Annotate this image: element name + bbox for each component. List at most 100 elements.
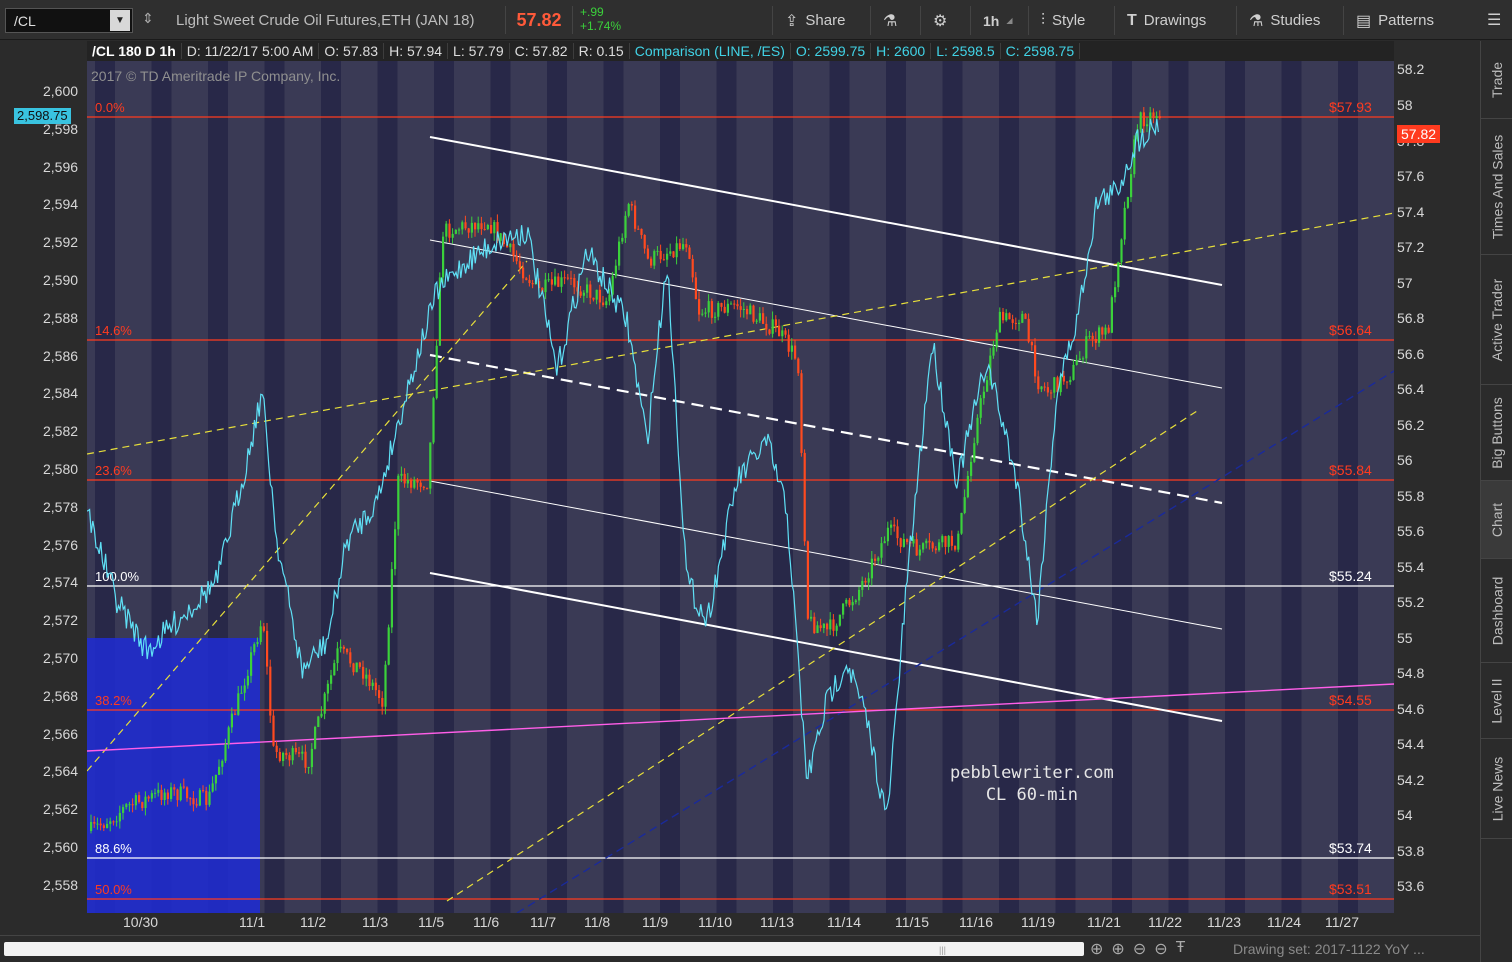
zoom-out-icon[interactable]: ⊖ <box>1133 939 1146 959</box>
right-price-axis[interactable]: 58.25857.857.657.457.25756.856.656.456.2… <box>1394 61 1476 913</box>
side-tab-times-and-sales[interactable]: Times And Sales <box>1481 119 1512 255</box>
candle-body <box>880 543 883 558</box>
candle-body <box>1069 379 1072 383</box>
side-tab-active-trader[interactable]: Active Trader <box>1481 255 1512 385</box>
candle-body <box>973 443 976 462</box>
candle-body <box>224 744 227 761</box>
chart-area[interactable]: 0.0% $57.93 14.6% $56.64 23.6% $55.84 100.0% $5… <box>87 61 1394 913</box>
candle-body <box>525 278 528 280</box>
crosshair-icon[interactable]: ⊕ <box>1090 939 1103 959</box>
candle-body <box>1123 207 1126 240</box>
cmp-high: H: 2600 <box>871 43 932 59</box>
studies-button[interactable]: ⚗ Studies <box>1236 6 1340 35</box>
last-price: 57.82 <box>505 6 573 34</box>
text-tool-icon[interactable]: Ŧ <box>1176 939 1186 959</box>
candle-body <box>320 713 323 717</box>
price-change: +.99 +1.74% <box>580 5 621 33</box>
side-tab-chart[interactable]: Chart <box>1481 481 1512 559</box>
side-tab-big-buttons[interactable]: Big Buttons <box>1481 385 1512 481</box>
link-icon[interactable]: ⇕ <box>142 10 154 27</box>
candle-body <box>893 524 896 527</box>
patterns-button[interactable]: ▤ Patterns <box>1343 6 1455 35</box>
candle-body <box>1075 360 1078 365</box>
candle-body <box>864 580 867 583</box>
drawings-button[interactable]: T Drawings <box>1114 6 1234 35</box>
candle-body <box>694 277 697 300</box>
timeframe-button[interactable]: 1h ◢ <box>970 6 1026 35</box>
time-axis-label: 11/1 <box>239 914 266 930</box>
side-tab-level-ii[interactable]: Level II <box>1481 663 1512 739</box>
candle-body <box>221 760 224 767</box>
candle-body <box>1005 313 1008 321</box>
side-tab-label: Live News <box>1489 756 1505 821</box>
candle-body <box>928 540 931 543</box>
candle-body <box>134 795 137 806</box>
chevron-down-icon[interactable]: ▼ <box>110 10 130 31</box>
fib-price-label: $55.24 <box>1329 568 1372 584</box>
candle-body <box>851 602 854 606</box>
flask-button[interactable]: ⚗ <box>870 6 918 35</box>
candle-body <box>794 345 797 359</box>
candle-body <box>848 599 851 606</box>
share-button[interactable]: ⇪ Share <box>772 6 868 35</box>
scroll-grip-icon[interactable]: ||| <box>939 945 946 955</box>
candle-body <box>211 783 214 792</box>
candle-body <box>186 787 189 799</box>
settings-button[interactable]: ⚙ <box>920 6 968 35</box>
comparison-label[interactable]: Comparison (LINE, /ES) <box>630 43 791 59</box>
candle-body <box>691 258 694 278</box>
time-axis[interactable]: 10/30 11/1 11/2 11/3 11/5 11/6 11/7 11/8 11/9 11/… <box>87 913 1394 935</box>
candle-body <box>547 279 550 281</box>
panel-settings-icon[interactable]: ☰ <box>1487 10 1501 30</box>
candle-body <box>771 319 774 334</box>
text-tool-icon: T <box>1127 11 1137 29</box>
candle-body <box>166 792 169 799</box>
side-tab-trade[interactable]: Trade <box>1481 41 1512 119</box>
side-tab-dashboard[interactable]: Dashboard <box>1481 559 1512 663</box>
symbol-input[interactable]: /CL ▼ <box>5 8 133 33</box>
side-tab-live-news[interactable]: Live News <box>1481 739 1512 839</box>
candle-body <box>317 716 320 727</box>
style-button[interactable]: ⫶ Style <box>1028 6 1112 35</box>
candle-body <box>189 798 192 800</box>
chart-id[interactable]: /CL 180 D 1h <box>87 43 182 59</box>
candle-body <box>477 223 480 230</box>
right-axis-tick: 58 <box>1397 97 1413 113</box>
candle-body <box>1107 327 1110 333</box>
candle-body <box>586 284 589 293</box>
drawings-label: Drawings <box>1143 12 1207 29</box>
candle-body <box>739 306 742 310</box>
candle-body <box>986 380 989 392</box>
fib-percent-label: 50.0% <box>95 882 132 897</box>
left-axis-tick: 2,594 <box>43 196 79 213</box>
bar-open: O: 57.83 <box>319 43 385 59</box>
left-axis-tick: 2,572 <box>43 612 79 629</box>
candle-body <box>778 325 781 337</box>
symbol-text: /CL <box>14 12 36 29</box>
side-tab-label: Chart <box>1489 502 1506 537</box>
left-axis-tick: 2,566 <box>43 725 79 742</box>
candle-body <box>755 320 758 322</box>
time-axis-label: 11/7 <box>530 914 557 930</box>
price-chart[interactable]: 0.0% $57.93 14.6% $56.64 23.6% $55.84 100.0% $5… <box>87 61 1394 913</box>
candle-body <box>358 662 361 667</box>
session-band <box>1281 61 1302 913</box>
share-icon: ⇪ <box>785 12 799 30</box>
drawing-set-label[interactable]: Drawing set: 2017-1122 YoY ... <box>1233 941 1425 957</box>
candle-body <box>141 802 144 809</box>
bar-date: D: 11/22/17 5:00 AM <box>182 43 320 59</box>
session-band <box>603 61 624 913</box>
horizontal-scrollbar[interactable]: ||| <box>4 942 1084 956</box>
zoom-in-icon[interactable]: ⊕ <box>1111 939 1124 959</box>
patterns-icon: ▤ <box>1356 12 1372 30</box>
candle-body <box>483 229 486 231</box>
candle-body <box>630 204 633 206</box>
zoom-reset-icon[interactable]: ⊖ <box>1154 939 1167 959</box>
left-price-axis[interactable]: 2,600 2,598 2,596 2,594 2,592 2,590 2,588 2,586… <box>0 61 87 913</box>
right-axis-tick: 56.6 <box>1397 345 1425 362</box>
candle-body <box>515 255 518 262</box>
candle-body <box>304 751 307 768</box>
candle-body <box>781 330 784 337</box>
candle-body <box>1027 318 1030 342</box>
candle-body <box>1062 375 1065 382</box>
